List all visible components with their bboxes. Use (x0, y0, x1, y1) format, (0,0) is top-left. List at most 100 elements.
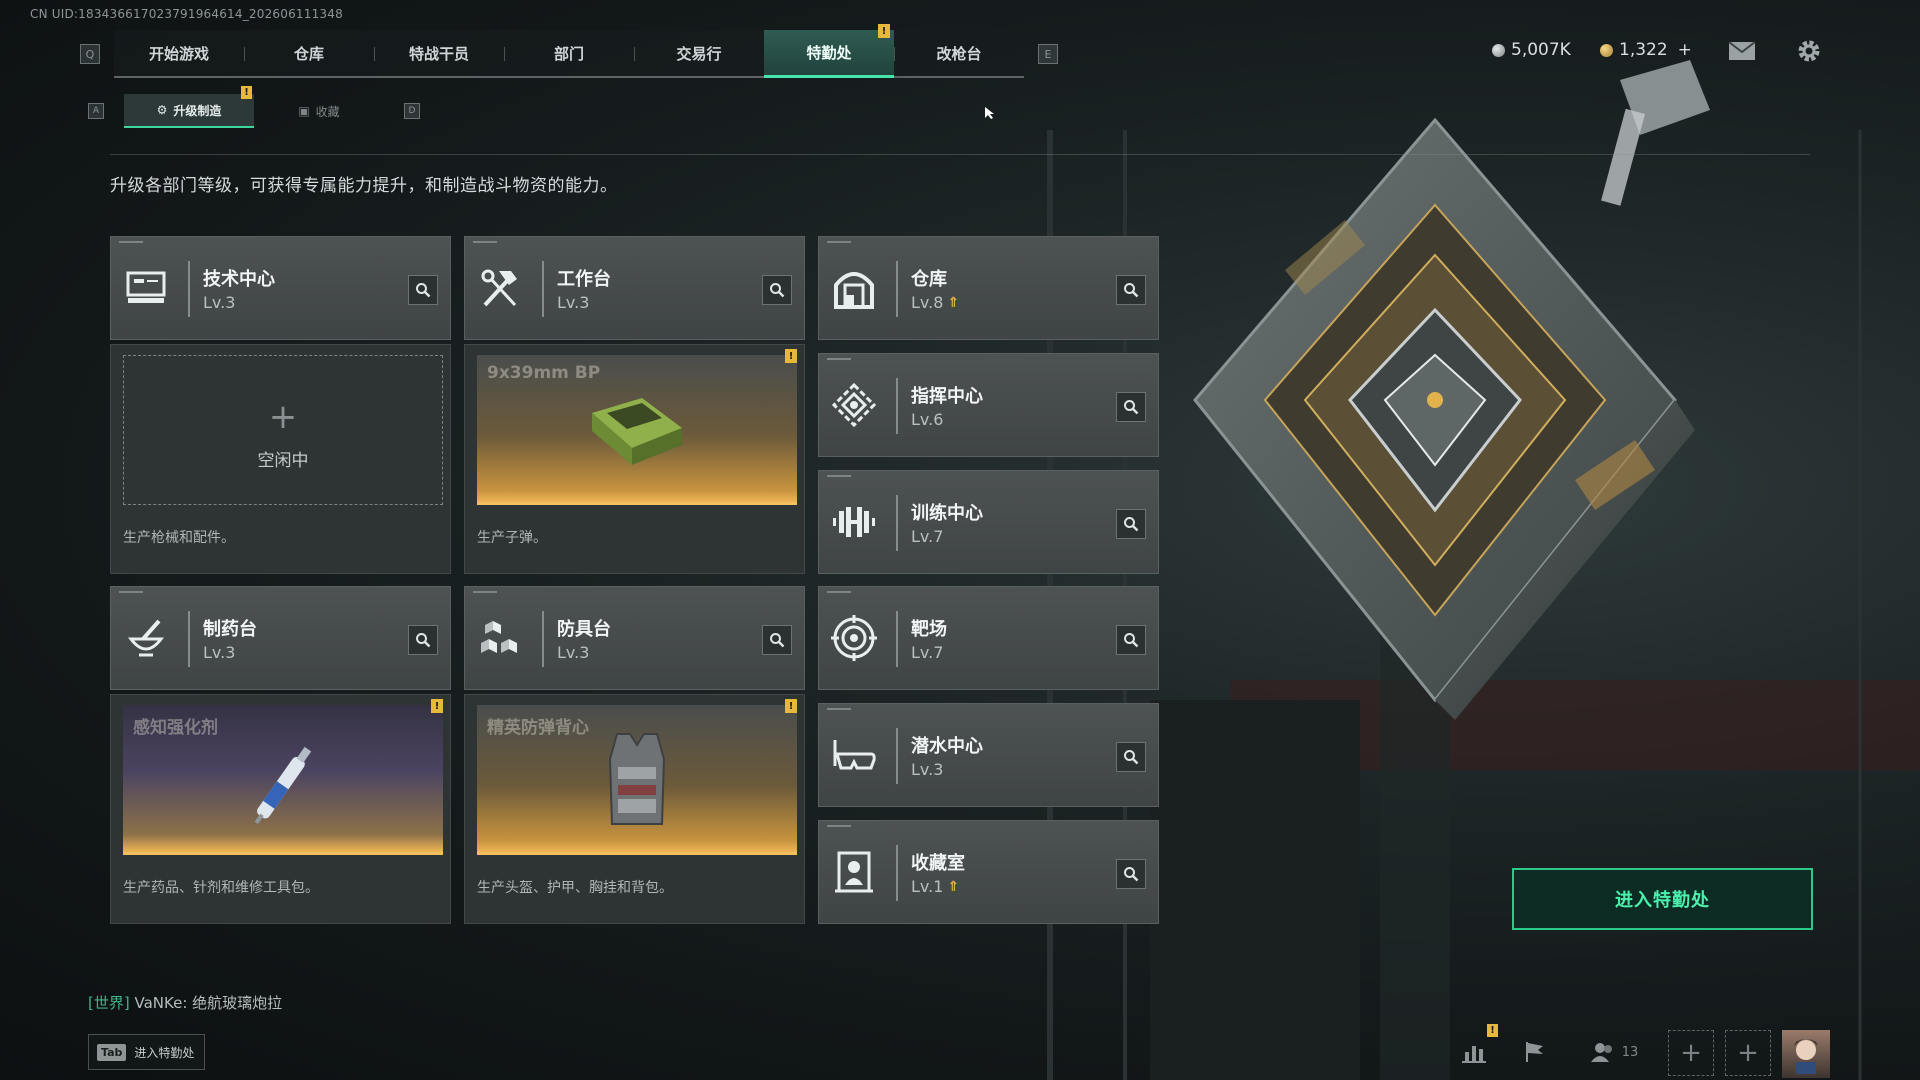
dept-card-training[interactable]: 训练中心 Lv.7 (818, 470, 1159, 574)
tab-trading[interactable]: 交易行 (634, 30, 764, 76)
card-corner-mark (119, 591, 143, 593)
inspect-button[interactable] (408, 625, 438, 655)
production-caption: 生产药品、针剂和维修工具包。 (123, 880, 319, 896)
idle-slot[interactable]: + 空闲中 (123, 355, 443, 505)
dept-card-diving[interactable]: 潜水中心 Lv.3 (818, 703, 1159, 807)
next-tab-key-hint[interactable]: E (1038, 44, 1058, 64)
inspect-button[interactable] (1116, 392, 1146, 422)
chat-message[interactable]: [世界] VaNKe: 绝航玻璃炮拉 (88, 992, 282, 1013)
collection-icon: ▣ (298, 104, 310, 118)
tab-operators[interactable]: 特战干员 (374, 30, 504, 76)
dept-card-workbench[interactable]: 工作台 Lv.3 (464, 236, 805, 340)
prev-tab-key-hint[interactable]: Q (80, 44, 100, 64)
add-production-icon: + (268, 397, 298, 437)
enter-special-ops-button[interactable]: 进入特勤处 (1512, 868, 1813, 930)
dept-level-text: Lv.6 (911, 410, 944, 429)
dept-name: 技术中心 (203, 269, 275, 290)
subtab-upgrade-craft[interactable]: ⚙ 升级制造 ! (124, 86, 254, 128)
prev-subtab-key-hint[interactable]: A (88, 103, 104, 119)
inspect-button[interactable] (1116, 275, 1146, 305)
tab-start-game[interactable]: 开始游戏 (114, 30, 244, 76)
silver-coin-icon (1492, 43, 1505, 57)
dept-card-tech[interactable]: 技术中心 Lv.3 (110, 236, 451, 340)
search-icon (1124, 633, 1139, 648)
mouse-cursor (985, 107, 994, 119)
player-avatar[interactable] (1782, 1030, 1830, 1078)
card-corner-mark (473, 591, 497, 593)
dept-card-collection[interactable]: 收藏室 Lv.1 ⇑ (818, 820, 1159, 924)
tab-key-hint[interactable]: Tab 进入特勤处 (88, 1034, 206, 1070)
tab-warehouse[interactable]: 仓库 (244, 30, 374, 76)
card-separator (896, 845, 898, 901)
dept-level-text: Lv.7 (911, 643, 944, 662)
stats-button[interactable]: ! (1456, 1024, 1498, 1074)
dept-card-range[interactable]: 靶场 Lv.7 (818, 586, 1159, 690)
card-separator (896, 495, 898, 551)
dept-name: 仓库 (911, 269, 947, 290)
card-corner-mark (473, 241, 497, 243)
card-corner-mark (827, 591, 851, 593)
subtab-collection[interactable]: ▣ 收藏 (254, 94, 384, 128)
search-icon (1124, 517, 1139, 532)
item-slot[interactable]: 精英防弹背心 ! (477, 699, 797, 855)
ammo-box-icon (592, 398, 682, 465)
item-slot[interactable]: 9x39mm BP ! (477, 349, 797, 505)
card-corner-mark (827, 241, 851, 243)
production-slot-tech[interactable]: + 空闲中 生产枪械和配件。 (110, 344, 451, 574)
add-gold-button[interactable]: + (1678, 40, 1692, 60)
card-separator (896, 728, 898, 784)
card-separator (542, 261, 544, 317)
item-name: 感知强化剂 (133, 718, 218, 738)
mortar-icon (127, 619, 165, 657)
mail-icon[interactable] (1728, 40, 1756, 62)
add-teammate-slot-1[interactable]: + (1668, 1030, 1714, 1076)
production-caption: 生产子弹。 (477, 530, 547, 546)
upgrade-available-icon: ⇑ (947, 294, 960, 311)
card-separator (896, 261, 898, 317)
bar-chart-icon (1462, 1046, 1486, 1063)
inspect-button[interactable] (762, 625, 792, 655)
inspect-button[interactable] (1116, 625, 1146, 655)
tab-gunsmith[interactable]: 改枪台 (894, 30, 1024, 76)
dept-level: Lv.8 ⇑ (911, 293, 959, 312)
inspect-button[interactable] (1116, 509, 1146, 539)
dept-level-text: Lv.3 (203, 293, 236, 312)
inspect-button[interactable] (1116, 859, 1146, 889)
tab-departments[interactable]: 部门 (504, 30, 634, 76)
dept-card-armor[interactable]: 防具台 Lv.3 (464, 586, 805, 690)
dept-card-warehouse[interactable]: 仓库 Lv.8 ⇑ (818, 236, 1159, 340)
dept-card-pharmacy[interactable]: 制药台 Lv.3 (110, 586, 451, 690)
item-slot[interactable]: 感知强化剂 ! (123, 699, 443, 855)
next-subtab-key-hint[interactable]: D (404, 103, 420, 119)
inspect-button[interactable] (762, 275, 792, 305)
dept-level: Lv.7 (911, 643, 943, 662)
add-teammate-slot-2[interactable]: + (1725, 1030, 1771, 1076)
page-description: 升级各部门等级，可获得专属能力提升，和制造战斗物资的能力。 (110, 176, 618, 196)
card-corner-mark (827, 358, 851, 360)
subtab-collection-label: 收藏 (315, 104, 340, 119)
card-separator (188, 261, 190, 317)
search-icon (770, 633, 785, 648)
production-slot-armor[interactable]: 精英防弹背心 ! 生产头盔、护甲、胸挂和背包。 (464, 694, 805, 924)
dept-level-text: Lv.3 (911, 760, 944, 779)
dept-name: 靶场 (911, 619, 947, 640)
radar-icon (831, 382, 877, 428)
idle-status: 空闲中 (257, 451, 309, 471)
production-slot-workbench[interactable]: 9x39mm BP ! 生产子弹。 (464, 344, 805, 574)
dumbbell-icon (833, 507, 875, 537)
settings-gear-icon[interactable] (1796, 38, 1822, 64)
dept-level: Lv.3 (911, 760, 943, 779)
inspect-button[interactable] (1116, 742, 1146, 772)
card-corner-mark (827, 708, 851, 710)
dept-level-text: Lv.3 (557, 643, 590, 662)
dept-card-command[interactable]: 指挥中心 Lv.6 (818, 353, 1159, 457)
search-icon (416, 283, 431, 298)
notification-badge: ! (878, 24, 890, 38)
bust-icon (835, 851, 873, 893)
tools-icon (481, 269, 517, 307)
tab-special-ops[interactable]: 特勤处 ! (764, 24, 894, 78)
production-slot-pharmacy[interactable]: 感知强化剂 ! 生产药品、针剂和维修工具包。 (110, 694, 451, 924)
friends-button[interactable]: 13 (1584, 1030, 1644, 1074)
inspect-button[interactable] (408, 275, 438, 305)
flag-button[interactable] (1516, 1030, 1552, 1074)
